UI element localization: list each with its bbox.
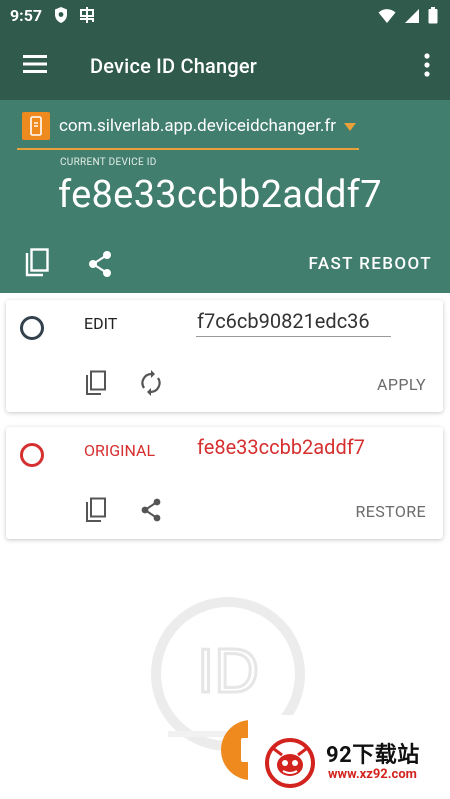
edit-card: EDIT APPLY — [6, 300, 443, 412]
signal-icon — [404, 8, 420, 28]
menu-icon[interactable] — [22, 53, 48, 75]
shield-icon — [54, 6, 68, 28]
package-name: com.silverlab.app.deviceidchanger.fr — [59, 116, 337, 136]
original-label: ORIGINAL — [84, 441, 156, 460]
original-id-value: fe8e33ccbb2addf7 — [197, 435, 365, 459]
copy-icon[interactable] — [84, 497, 108, 523]
fast-reboot-button[interactable]: FAST REBOOT — [309, 254, 432, 274]
edit-radio[interactable] — [20, 316, 44, 340]
status-time: 9:57 — [10, 6, 43, 25]
refresh-icon[interactable] — [139, 370, 163, 396]
current-device-id: fe8e33ccbb2addf7 — [58, 173, 382, 217]
bug-icon — [78, 6, 96, 28]
more-vert-icon[interactable] — [422, 51, 432, 79]
current-id-panel: com.silverlab.app.deviceidchanger.fr CUR… — [0, 100, 450, 293]
site-watermark-badge: 92下载站 www.xz92.com — [248, 715, 450, 799]
status-bar: 9:57 — [0, 0, 450, 31]
site-url: www.xz92.com — [328, 767, 417, 782]
dropdown-arrow-icon — [344, 123, 356, 131]
apply-button[interactable]: APPLY — [377, 375, 426, 394]
share-icon[interactable] — [87, 250, 113, 278]
restore-button[interactable]: RESTORE — [355, 502, 426, 521]
app-icon — [22, 112, 50, 140]
edit-label: EDIT — [84, 314, 118, 333]
app-bar: Device ID Changer — [0, 31, 450, 100]
current-id-label: CURRENT DEVICE ID — [60, 157, 157, 168]
copy-icon[interactable] — [24, 248, 50, 278]
share-icon[interactable] — [139, 497, 163, 523]
site-title: 92下载站 — [326, 743, 420, 768]
original-radio[interactable] — [20, 443, 44, 467]
battery-icon — [428, 7, 438, 28]
package-selector[interactable]: com.silverlab.app.deviceidchanger.fr — [17, 106, 359, 150]
site-logo — [264, 737, 316, 789]
app-title: Device ID Changer — [90, 54, 258, 78]
edit-id-field[interactable] — [196, 306, 391, 337]
wifi-icon — [378, 8, 396, 28]
watermark-text: ID — [197, 637, 259, 706]
status-icons — [378, 7, 438, 28]
copy-icon[interactable] — [84, 370, 108, 396]
original-card: ORIGINAL fe8e33ccbb2addf7 RESTORE — [6, 427, 443, 539]
